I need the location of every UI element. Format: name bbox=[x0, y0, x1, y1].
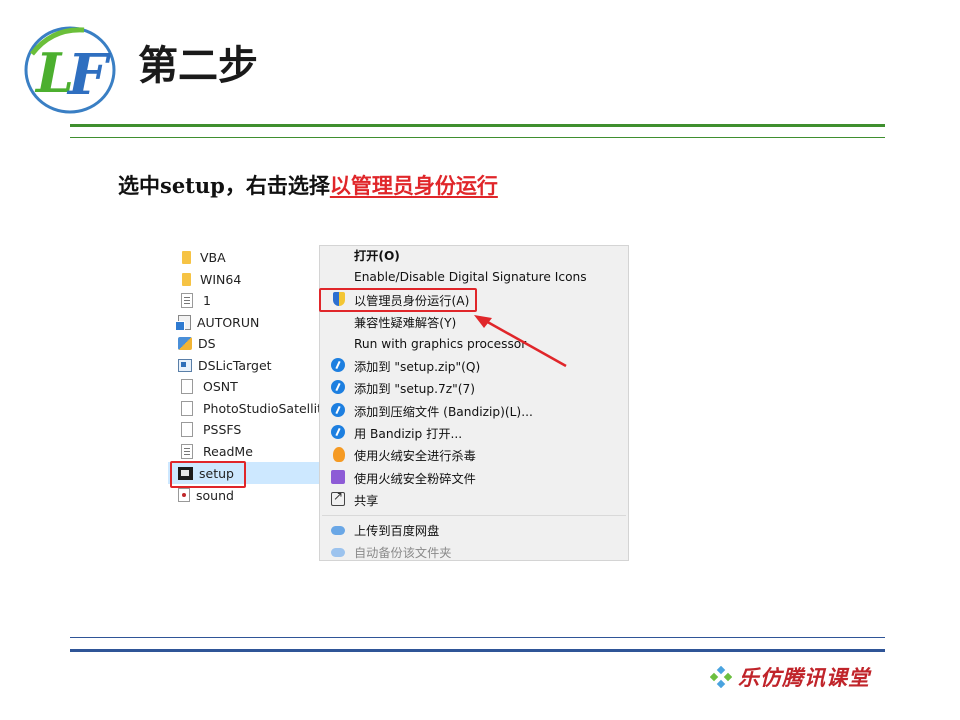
instruction-text: 选中setup，右击选择以管理员身份运行 bbox=[118, 170, 498, 200]
file-name: PhotoStudioSatellite bbox=[203, 400, 326, 416]
menu-item-label: 添加到 "setup.7z"(7) bbox=[354, 382, 476, 396]
file-item-dslictarget[interactable]: DSLicTarget bbox=[168, 354, 326, 376]
menu-separator bbox=[322, 515, 626, 516]
file-item-1[interactable]: 1 bbox=[168, 289, 326, 311]
brand-footer: 乐仿腾讯课堂 bbox=[710, 662, 870, 692]
file-name: sound bbox=[196, 487, 234, 503]
huorong-shred-icon bbox=[331, 470, 345, 484]
menu-item-open[interactable]: 打开(O) bbox=[320, 244, 628, 266]
instruction-highlight: 以管理员身份运行 bbox=[329, 173, 498, 198]
diamond-cluster-icon bbox=[710, 666, 732, 688]
file-name: OSNT bbox=[203, 378, 238, 394]
file-item-autorun[interactable]: AUTORUN bbox=[168, 311, 326, 333]
menu-item-label: 打开(O) bbox=[354, 249, 400, 263]
menu-item-label: 兼容性疑难解答(Y) bbox=[354, 316, 457, 330]
file-icon bbox=[181, 400, 193, 416]
menu-item-huorong-scan[interactable]: 使用火绒安全进行杀毒 bbox=[320, 444, 628, 466]
file-item-ds[interactable]: DS bbox=[168, 332, 326, 354]
menu-item-add-archive[interactable]: 添加到压缩文件 (Bandizip)(L)... bbox=[320, 400, 628, 422]
file-name: WIN64 bbox=[200, 271, 242, 287]
menu-item-huorong-shred[interactable]: 使用火绒安全粉碎文件 bbox=[320, 467, 628, 489]
file-name: DS bbox=[198, 335, 216, 351]
lf-logo: L F bbox=[24, 26, 116, 114]
file-item-osnt[interactable]: OSNT bbox=[168, 375, 326, 397]
file-item-readme[interactable]: ReadMe bbox=[168, 440, 326, 462]
folder-icon bbox=[182, 250, 191, 264]
baidu-cloud-icon bbox=[331, 526, 345, 535]
menu-item-label: 使用火绒安全粉碎文件 bbox=[354, 472, 476, 486]
text-file-icon bbox=[181, 292, 193, 308]
menu-item-label: 自动备份该文件夹 bbox=[354, 546, 452, 560]
brand-text: 乐仿腾讯课堂 bbox=[738, 665, 870, 690]
menu-item-label: Enable/Disable Digital Signature Icons bbox=[354, 270, 587, 284]
menu-item-label: 上传到百度网盘 bbox=[354, 524, 440, 538]
menu-item-digital-signature[interactable]: Enable/Disable Digital Signature Icons bbox=[320, 266, 628, 288]
instruction-prefix: 选中setup，右击选择 bbox=[118, 173, 330, 198]
header-rule-thick bbox=[70, 124, 885, 127]
file-item-photostudiosatellite[interactable]: PhotoStudioSatellite bbox=[168, 397, 326, 419]
footer-rule-thin bbox=[70, 637, 885, 638]
run-as-admin-highlight-box bbox=[319, 288, 477, 312]
bandizip-icon bbox=[331, 358, 345, 372]
file-item-vba[interactable]: VBA bbox=[168, 246, 326, 268]
folder-icon bbox=[182, 272, 191, 286]
file-item-pssfs[interactable]: PSSFS bbox=[168, 418, 326, 440]
huorong-fire-icon bbox=[333, 447, 345, 462]
text-file-icon bbox=[181, 443, 193, 459]
setup-highlight-box bbox=[170, 461, 246, 488]
ds-app-icon bbox=[178, 336, 192, 350]
menu-item-add-7z[interactable]: 添加到 "setup.7z"(7) bbox=[320, 377, 628, 399]
bandizip-icon bbox=[331, 425, 345, 439]
file-item-win64[interactable]: WIN64 bbox=[168, 268, 326, 290]
slide-title: 第二步 bbox=[138, 43, 258, 89]
file-name: VBA bbox=[200, 249, 226, 265]
menu-item-label: 共享 bbox=[354, 494, 379, 508]
menu-item-baidu-backup: 自动备份该文件夹 bbox=[320, 541, 628, 563]
footer-rule-thick bbox=[70, 649, 885, 652]
file-name: AUTORUN bbox=[197, 314, 260, 330]
pointer-arrow-icon bbox=[474, 315, 567, 368]
application-icon bbox=[178, 358, 192, 372]
menu-item-label: 添加到 "setup.zip"(Q) bbox=[354, 360, 481, 374]
baidu-cloud-icon bbox=[331, 548, 345, 557]
svg-text:F: F bbox=[66, 42, 112, 108]
menu-item-share[interactable]: 共享 bbox=[320, 489, 628, 511]
file-name: PSSFS bbox=[203, 421, 242, 437]
bandizip-icon bbox=[331, 403, 345, 417]
file-name: 1 bbox=[203, 292, 211, 308]
menu-item-label: 添加到压缩文件 (Bandizip)(L)... bbox=[354, 405, 533, 419]
file-icon bbox=[181, 421, 193, 437]
share-icon bbox=[331, 489, 345, 506]
file-name: DSLicTarget bbox=[198, 357, 272, 373]
menu-item-label: 使用火绒安全进行杀毒 bbox=[354, 449, 476, 463]
header-rule-thin bbox=[70, 137, 885, 138]
menu-item-label: 用 Bandizip 打开... bbox=[354, 427, 463, 441]
bandizip-icon bbox=[331, 380, 345, 394]
file-name: ReadMe bbox=[203, 443, 253, 459]
file-icon bbox=[181, 378, 193, 394]
sound-file-icon bbox=[178, 488, 190, 502]
autorun-icon bbox=[175, 314, 191, 331]
menu-item-baidu-upload[interactable]: 上传到百度网盘 bbox=[320, 519, 628, 541]
menu-item-open-bandizip[interactable]: 用 Bandizip 打开... bbox=[320, 422, 628, 444]
